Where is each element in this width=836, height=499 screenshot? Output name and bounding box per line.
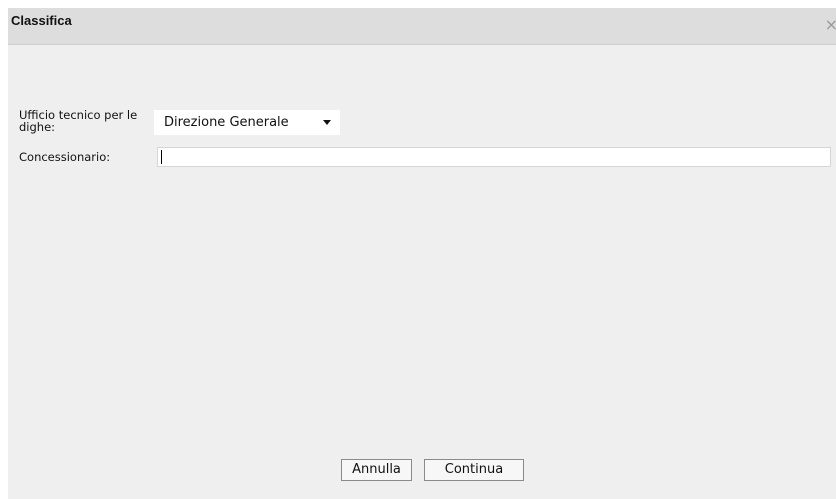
continua-button[interactable]: Continua [424, 459, 524, 481]
text-cursor [161, 150, 162, 164]
annulla-button[interactable]: Annulla [341, 459, 412, 481]
concessionario-input[interactable] [157, 147, 831, 167]
ufficio-tecnico-select[interactable]: Direzione Generale [154, 110, 340, 135]
dialog-title: Classifica [11, 13, 72, 28]
ufficio-tecnico-label: Ufficio tecnico per le dighe: [19, 108, 138, 134]
close-icon[interactable]: × [825, 17, 836, 33]
dialog-titlebar: Classifica × [8, 8, 836, 45]
ufficio-tecnico-selected-value: Direzione Generale [164, 115, 289, 130]
classifica-dialog: Classifica × Ufficio tecnico per le digh… [8, 8, 836, 499]
chevron-down-icon [323, 120, 331, 125]
concessionario-label: Concessionario: [19, 150, 111, 164]
